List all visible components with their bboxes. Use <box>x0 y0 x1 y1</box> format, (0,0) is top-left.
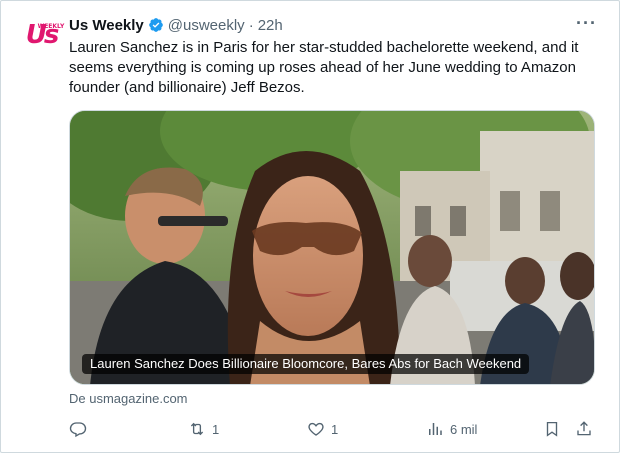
avatar[interactable]: Us WEEKLY <box>21 15 65 55</box>
views-chart-icon <box>429 423 442 435</box>
tweet-card[interactable]: Us WEEKLY Us Weekly @usweekly · 22h ··· L… <box>0 0 620 453</box>
photo-illustration <box>70 111 594 384</box>
separator-dot: · <box>248 16 254 34</box>
tweet-header: Us Weekly @usweekly · 22h <box>69 15 283 35</box>
reply-button[interactable] <box>69 417 93 441</box>
like-button[interactable]: 1 <box>307 417 338 441</box>
heart-icon <box>308 422 324 436</box>
reply-icon <box>69 422 87 438</box>
views-count: 6 mil <box>450 421 478 437</box>
link-source[interactable]: De usmagazine.com <box>69 391 188 406</box>
us-weekly-logo: Us WEEKLY <box>26 20 65 50</box>
verified-badge-icon <box>148 17 164 33</box>
logo-small-text: WEEKLY <box>37 23 65 30</box>
action-bar: 1 1 6 mil <box>69 417 599 441</box>
repost-count: 1 <box>212 421 220 437</box>
timestamp[interactable]: 22h <box>258 17 283 34</box>
tweet-text: Lauren Sanchez is in Paris for her star-… <box>69 39 579 96</box>
repost-icon <box>190 422 204 436</box>
like-count: 1 <box>331 421 339 437</box>
bookmark-button[interactable] <box>543 417 561 441</box>
views-button[interactable]: 6 mil <box>426 417 477 441</box>
share-button[interactable] <box>575 417 593 441</box>
link-card-image[interactable]: Lauren Sanchez Does Billionaire Bloomcor… <box>69 110 595 385</box>
bookmark-icon <box>546 421 558 437</box>
more-options-icon[interactable]: ··· <box>576 13 597 34</box>
repost-button[interactable]: 1 <box>188 417 219 441</box>
link-card-title[interactable]: Lauren Sanchez Does Billionaire Bloomcor… <box>82 354 530 374</box>
share-icon <box>577 421 591 436</box>
account-name[interactable]: Us Weekly <box>69 17 144 34</box>
account-handle[interactable]: @usweekly <box>168 17 245 34</box>
